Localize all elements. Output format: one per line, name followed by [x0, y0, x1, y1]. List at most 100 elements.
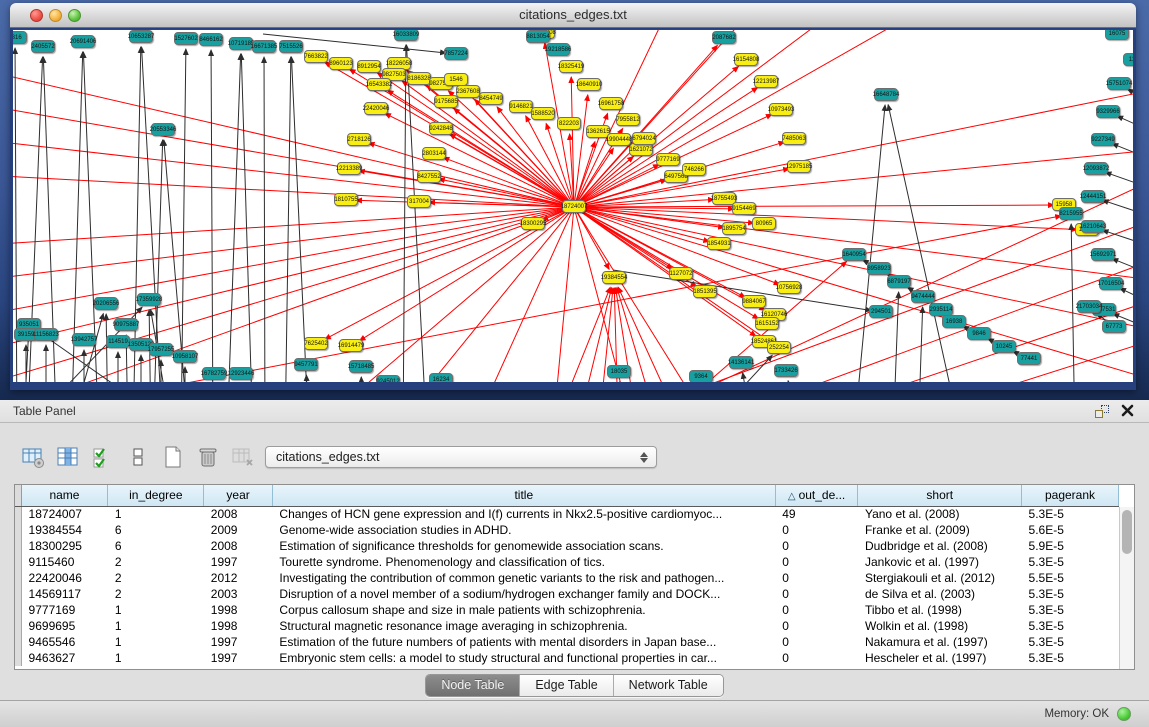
- network-node[interactable]: 1112: [1123, 53, 1133, 66]
- network-node[interactable]: 77441: [1017, 352, 1041, 365]
- network-node[interactable]: 16234: [429, 373, 453, 382]
- network-node[interactable]: 1810755: [334, 193, 358, 206]
- cell-in_degree[interactable]: 1: [108, 506, 204, 522]
- network-node[interactable]: 14136141: [729, 356, 753, 369]
- network-node[interactable]: 16961758: [599, 97, 623, 110]
- network-node[interactable]: 8215955: [1059, 207, 1083, 220]
- network-node[interactable]: 16033809: [394, 29, 418, 41]
- tab-network-table[interactable]: Network Table: [614, 675, 723, 696]
- cell-out_degree[interactable]: 0: [775, 554, 858, 570]
- tab-node-table[interactable]: Node Table: [426, 675, 520, 696]
- network-node[interactable]: 16938: [942, 315, 966, 328]
- network-node[interactable]: 10958107: [173, 350, 197, 363]
- cell-out_degree[interactable]: 0: [775, 538, 858, 554]
- cell-pagerank[interactable]: 5.9E-5: [1022, 538, 1119, 554]
- network-node[interactable]: 9364: [689, 370, 713, 382]
- cell-year[interactable]: 1997: [204, 650, 273, 666]
- cell-pagerank[interactable]: 5.5E-5: [1022, 570, 1119, 586]
- select-all-columns-icon[interactable]: [90, 444, 116, 470]
- cell-name[interactable]: 18724007: [21, 506, 108, 522]
- network-node[interactable]: 9227349: [1091, 133, 1115, 146]
- column-header-pagerank[interactable]: pagerank: [1022, 485, 1119, 506]
- cell-short[interactable]: Wolkin et al. (1998): [858, 618, 1022, 634]
- cell-name[interactable]: 22420046: [21, 570, 108, 586]
- cell-title[interactable]: Disruption of a novel member of a sodium…: [272, 586, 775, 602]
- network-node[interactable]: 20206556: [94, 297, 118, 310]
- table-row[interactable]: 2242004622012Investigating the contribut…: [15, 570, 1119, 586]
- cell-name[interactable]: 19384554: [21, 522, 108, 538]
- cell-in_degree[interactable]: 2: [108, 586, 204, 602]
- table-row[interactable]: 946554611997Estimation of the future num…: [15, 634, 1119, 650]
- network-node[interactable]: 8466162: [199, 33, 223, 46]
- network-node[interactable]: 7515526: [279, 40, 303, 53]
- column-header-short[interactable]: short: [858, 485, 1022, 506]
- show-columns-icon[interactable]: [55, 444, 81, 470]
- network-node[interactable]: 12923446: [229, 367, 253, 380]
- cell-short[interactable]: Hescheler et al. (1997): [858, 650, 1022, 666]
- cell-pagerank[interactable]: 5.3E-5: [1022, 634, 1119, 650]
- cell-short[interactable]: de Silva et al. (2003): [858, 586, 1022, 602]
- cell-in_degree[interactable]: 1: [108, 634, 204, 650]
- memory-status-indicator[interactable]: [1117, 707, 1131, 721]
- column-header-year[interactable]: year: [204, 485, 273, 506]
- cell-short[interactable]: Jankovic et al. (1997): [858, 554, 1022, 570]
- network-node[interactable]: 90975887: [114, 318, 138, 331]
- network-node[interactable]: 10719185: [229, 37, 253, 50]
- network-node[interactable]: 7955812: [616, 113, 640, 126]
- network-node[interactable]: 1854931: [707, 237, 731, 250]
- cell-year[interactable]: 1997: [204, 554, 273, 570]
- network-node[interactable]: 8186328: [407, 72, 431, 85]
- network-node[interactable]: 6794024: [632, 132, 656, 145]
- network-node[interactable]: 17016504: [1099, 277, 1123, 290]
- network-node[interactable]: 9245012: [376, 375, 400, 382]
- cell-short[interactable]: Stergiakouli et al. (2012): [858, 570, 1022, 586]
- network-node[interactable]: 8454749: [479, 92, 503, 105]
- network-node[interactable]: 1733426: [774, 364, 798, 377]
- table-row[interactable]: 911546021997Tourette syndrome. Phenomeno…: [15, 554, 1119, 570]
- cell-pagerank[interactable]: 5.3E-5: [1022, 586, 1119, 602]
- close-panel-icon[interactable]: [1120, 403, 1135, 418]
- network-node[interactable]: 22420046: [364, 102, 388, 115]
- network-node[interactable]: 12213389: [337, 162, 361, 175]
- network-node[interactable]: 20553346: [151, 123, 175, 136]
- cell-title[interactable]: Corpus callosum shape and size in male p…: [272, 602, 775, 618]
- table-row[interactable]: 1872400712008Changes of HCN gene express…: [15, 506, 1119, 522]
- network-node[interactable]: 18724007: [562, 200, 586, 213]
- cell-short[interactable]: Yano et al. (2008): [858, 506, 1022, 522]
- network-node[interactable]: 21703034: [1077, 300, 1101, 313]
- table-row[interactable]: 946362711997Embryonic stem cells: a mode…: [15, 650, 1119, 666]
- network-node[interactable]: 1640954: [842, 248, 866, 261]
- network-node[interactable]: 1615152: [755, 317, 779, 330]
- network-node[interactable]: 19904448: [607, 133, 631, 146]
- network-canvas[interactable]: 1872400718300295193845549777169649756874…: [13, 29, 1133, 382]
- network-node[interactable]: 7663822: [304, 50, 328, 63]
- column-header-in_degree[interactable]: in_degree: [108, 485, 204, 506]
- network-node[interactable]: 317004: [407, 195, 431, 208]
- table-selector[interactable]: citations_edges.txt: [265, 446, 657, 468]
- network-node[interactable]: 9316: [13, 31, 27, 44]
- network-node[interactable]: 11156823: [34, 328, 58, 341]
- network-node[interactable]: 15718485: [349, 360, 373, 373]
- network-node[interactable]: 12213987: [754, 75, 778, 88]
- network-node[interactable]: 6879197: [887, 275, 911, 288]
- cell-out_degree[interactable]: 0: [775, 586, 858, 602]
- table-row[interactable]: 969969511998Structural magnetic resonanc…: [15, 618, 1119, 634]
- cell-pagerank[interactable]: 5.3E-5: [1022, 618, 1119, 634]
- network-node[interactable]: 2405572: [31, 40, 55, 53]
- network-node[interactable]: 16671385: [252, 40, 276, 53]
- network-node[interactable]: 10756928: [777, 281, 801, 294]
- network-node[interactable]: 18325419: [559, 60, 583, 73]
- network-node[interactable]: 2718126: [347, 133, 371, 146]
- network-node[interactable]: 19218586: [546, 43, 570, 56]
- network-node[interactable]: 822203: [557, 117, 581, 130]
- cell-year[interactable]: 2008: [204, 506, 273, 522]
- tab-edge-table[interactable]: Edge Table: [520, 675, 613, 696]
- network-node[interactable]: 20691406: [71, 35, 95, 48]
- column-header-out_degree[interactable]: △out_de...: [775, 485, 858, 506]
- network-node[interactable]: 9329966: [1096, 105, 1120, 118]
- network-node[interactable]: 2367608: [456, 85, 480, 98]
- network-node[interactable]: 18035: [607, 365, 631, 378]
- network-node[interactable]: 9242848: [429, 122, 453, 135]
- cell-name[interactable]: 9115460: [21, 554, 108, 570]
- network-node[interactable]: 9154469: [732, 202, 756, 215]
